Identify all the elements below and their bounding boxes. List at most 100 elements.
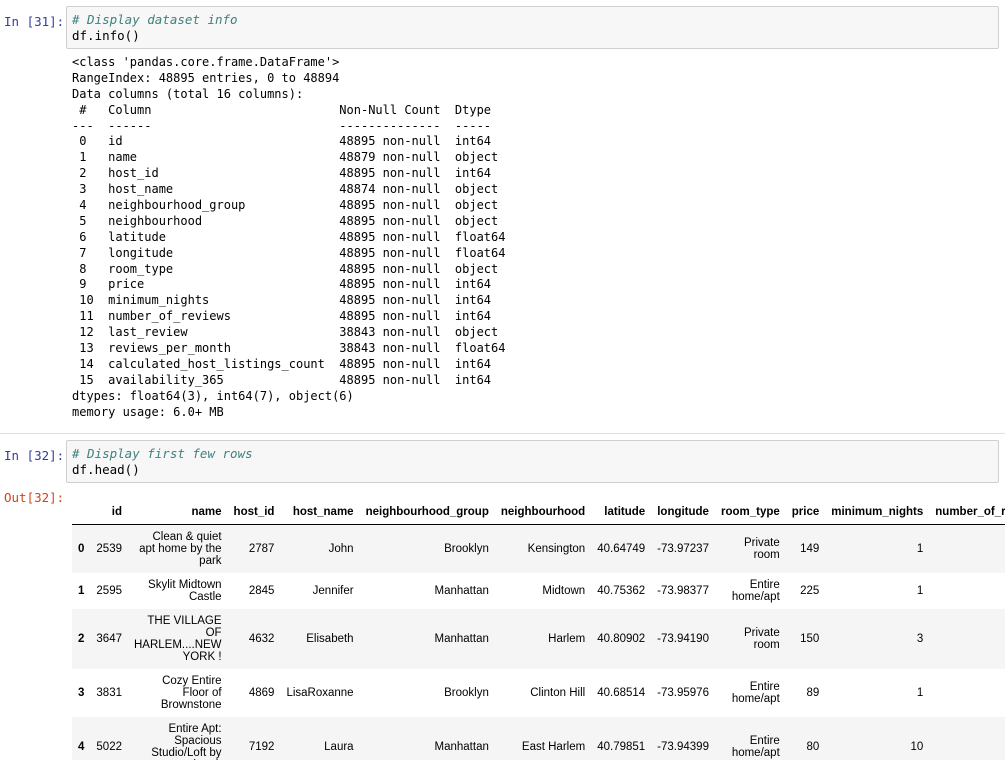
table-cell: 4632	[248, 632, 275, 645]
code-cell-32-input[interactable]: # Display first few rows df.head()	[66, 440, 999, 483]
output-line: 4 neighbourhood_group 48895 non-null obj…	[72, 198, 506, 213]
table-cell: 7192	[248, 740, 275, 753]
output-line: <class 'pandas.core.frame.DataFrame'>	[72, 55, 340, 69]
table-row: 1 2595 Skylit Midtown Castle 2845 Jennif…	[72, 572, 1005, 609]
code-comment: # Display dataset info	[72, 12, 238, 27]
table-cell: -73.98377	[657, 584, 709, 597]
table-cell: 225	[800, 584, 820, 597]
output-line: 1 name 48879 non-null object	[72, 150, 506, 165]
table-cell: 80	[806, 740, 820, 753]
output-line: memory usage: 6.0+ MB	[72, 404, 224, 419]
column-header: name	[128, 500, 228, 525]
output-line: 2 host_id 48895 non-null int64	[72, 166, 506, 181]
output-line: 9 price 48895 non-null int64	[72, 277, 506, 292]
column-header: latitude	[591, 500, 652, 525]
table-cell: Entire home/apt	[731, 680, 780, 705]
table-cell: Entire home/apt	[731, 578, 780, 603]
table-cell: John	[328, 542, 354, 555]
column-header: host_id	[227, 500, 281, 525]
table-cell: Brooklyn	[444, 686, 489, 699]
output-line: 15 availability_365 48895 non-null int64	[72, 372, 506, 387]
output-line: 12 last_review 38843 non-null object	[72, 325, 506, 340]
table-cell: Harlem	[548, 632, 586, 645]
table-cell: 2595	[96, 584, 122, 597]
output-line: 11 number_of_reviews 48895 non-null int6…	[72, 309, 506, 324]
table-cell: 150	[800, 632, 820, 645]
row-index: 3	[78, 686, 85, 699]
output-line: 0 id 48895 non-null int64	[72, 134, 506, 149]
output-line: --- ------ -------------- -----	[72, 118, 506, 133]
table-cell: Entire home/apt	[731, 734, 780, 759]
info-output: <class 'pandas.core.frame.DataFrame'> Ran…	[72, 55, 505, 420]
output-line: 7 longitude 48895 non-null float64	[72, 245, 506, 260]
table-cell: 3831	[96, 686, 122, 699]
code-line: df.head()	[72, 462, 140, 477]
table-cell: 40.79851	[597, 740, 646, 753]
output-line: 10 minimum_nights 48895 non-null int64	[72, 293, 506, 308]
column-header: price	[785, 500, 826, 525]
output-prompt-32: Out[32]:	[4, 490, 65, 505]
output-line: 5 neighbourhood 48895 non-null object	[72, 213, 506, 228]
row-index: 2	[78, 632, 85, 645]
table-cell: Kensington	[527, 542, 586, 555]
output-line: 8 room_type 48895 non-null object	[72, 261, 506, 276]
table-cell: -73.94399	[657, 740, 709, 753]
table-cell: Jennifer	[312, 584, 354, 597]
table-cell: LisaRoxanne	[286, 686, 354, 699]
table-cell: 89	[806, 686, 820, 699]
table-cell: 1	[916, 542, 924, 555]
column-header: neighbourhood_group	[359, 500, 495, 525]
input-prompt-32: In [32]:	[4, 448, 65, 463]
table-cell: East Harlem	[521, 740, 586, 753]
table-cell: 40.64749	[597, 542, 646, 555]
column-header: host_name	[280, 500, 360, 525]
table-cell: Brooklyn	[444, 542, 489, 555]
column-header: minimum_nights	[825, 500, 930, 525]
dataframe-output: id name host_id host_name neighbourhood_…	[72, 500, 1005, 760]
code-comment: # Display first few rows	[72, 446, 253, 461]
table-cell: 2539	[96, 542, 122, 555]
table-cell: 3647	[96, 632, 122, 645]
table-cell: 2787	[248, 542, 275, 555]
row-index: 4	[78, 740, 85, 753]
output-line: Data columns (total 16 columns):	[72, 86, 304, 101]
table-cell: 4869	[248, 686, 275, 699]
table-row: 2 3647 THE VILLAGE OF HARLEM....NEW YORK…	[72, 608, 1005, 669]
output-line: 6 latitude 48895 non-null float64	[72, 229, 506, 244]
column-header: number_of_revie	[929, 500, 1005, 525]
table-cell: Clinton Hill	[530, 686, 586, 699]
table-cell: Private room	[743, 626, 780, 651]
cell-divider	[0, 433, 1005, 434]
table-cell	[929, 717, 1005, 760]
output-line: RangeIndex: 48895 entries, 0 to 48894	[72, 70, 340, 85]
code-cell-31-input[interactable]: # Display dataset info df.info()	[66, 6, 999, 49]
table-row: 0 2539 Clean & quiet apt home by the par…	[72, 524, 1005, 573]
input-prompt-31: In [31]:	[4, 14, 65, 29]
column-header: id	[90, 500, 128, 525]
table-cell: 5022	[96, 740, 122, 753]
table-cell: 40.68514	[597, 686, 646, 699]
table-cell: Cozy Entire Floor of Brownstone	[160, 674, 222, 711]
table-cell	[929, 609, 1005, 669]
table-cell: 1	[916, 686, 924, 699]
table-cell: Clean & quiet apt home by the park	[139, 530, 222, 567]
table-row: 4 5022 Entire Apt: Spacious Studio/Loft …	[72, 716, 1005, 760]
table-cell: 3	[916, 632, 924, 645]
table-cell: 1	[916, 584, 924, 597]
table-cell: Manhattan	[434, 632, 489, 645]
table-cell: 149	[800, 542, 820, 555]
table-cell: Elisabeth	[306, 632, 354, 645]
column-header: neighbourhood	[494, 500, 592, 525]
output-line: dtypes: float64(3), int64(7), object(6)	[72, 388, 354, 403]
dataframe-table: id name host_id host_name neighbourhood_…	[72, 500, 1005, 760]
code-line: df.info()	[72, 28, 140, 43]
table-cell: Skylit Midtown Castle	[148, 578, 222, 603]
output-line: 13 reviews_per_month 38843 non-null floa…	[72, 341, 506, 356]
row-index: 1	[78, 584, 85, 597]
table-cell: 40.80902	[597, 632, 646, 645]
table-cell: -73.94190	[657, 632, 709, 645]
table-cell: 2845	[248, 584, 275, 597]
table-cell: Private room	[743, 536, 780, 561]
table-cell: 10	[910, 740, 924, 753]
header-row: id name host_id host_name neighbourhood_…	[72, 500, 1005, 525]
